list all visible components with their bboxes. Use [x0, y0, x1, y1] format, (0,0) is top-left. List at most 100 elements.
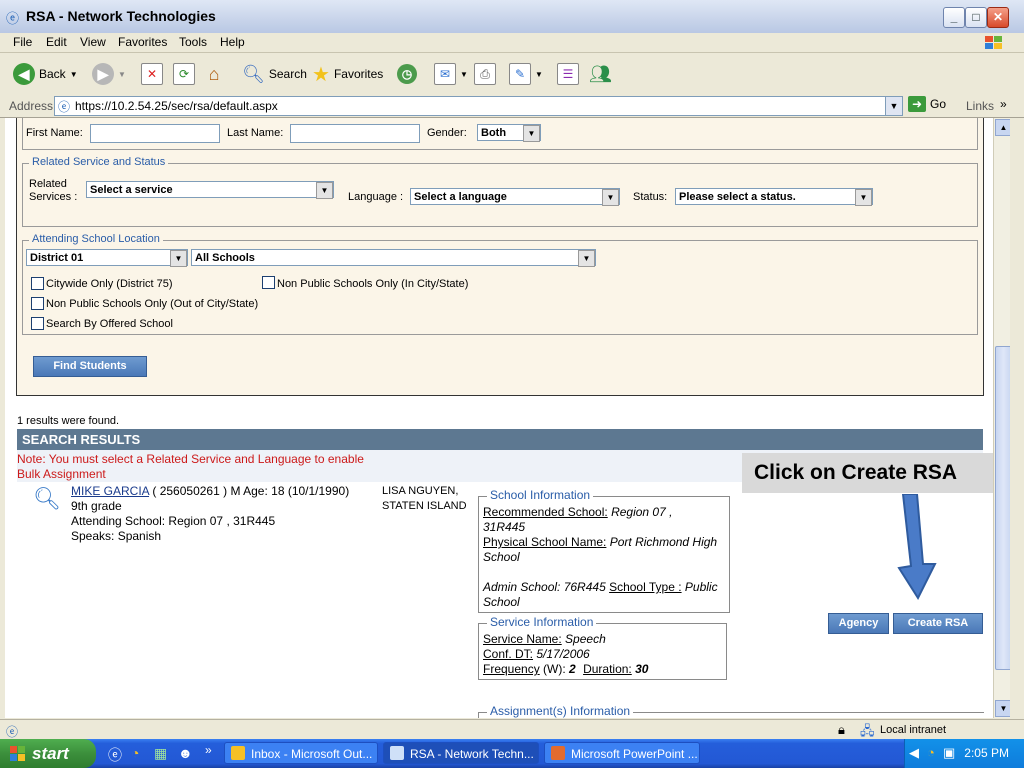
discuss-icon: ☰ [557, 63, 579, 85]
district-select[interactable]: District 01 ▼ [26, 249, 188, 267]
print-button[interactable]: ⎙ [474, 62, 496, 86]
chevron-right-icon[interactable]: » [1000, 97, 1007, 111]
assignment-information-box: Assignment(s) Information [478, 704, 984, 718]
service-name: Service Name: Speech [483, 632, 606, 646]
agency-button[interactable]: Agency [828, 613, 889, 634]
outlook-quicklaunch-icon[interactable]: ◔ [131, 745, 139, 761]
task-inbox[interactable]: Inbox - Microsoft Out... [224, 742, 378, 764]
chevron-down-icon: ▼ [170, 250, 187, 267]
close-button[interactable]: ✕ [987, 7, 1009, 28]
student-name-link[interactable]: MIKE GARCIA [71, 484, 149, 498]
citywide-label: Citywide Only (District 75) [46, 278, 173, 290]
recommended-school-code: 31R445 [483, 520, 526, 534]
tray-outlook-icon[interactable]: ◔ [927, 745, 935, 760]
related-service-legend: Related Service and Status [29, 156, 169, 168]
excel-quicklaunch-icon[interactable]: ▦ [154, 745, 167, 762]
chevron-right-icon[interactable]: » [205, 743, 212, 757]
service-select[interactable]: Select a service ▼ [86, 181, 334, 199]
back-button[interactable]: ◀ Back ▼ [13, 62, 78, 86]
results-count: 1 results were found. [17, 415, 120, 427]
last-name-label: Last Name: [227, 127, 284, 139]
menu-file[interactable]: File [13, 35, 32, 49]
nonpublic-in-checkbox[interactable] [262, 276, 275, 289]
tray-app-icon[interactable]: ▣ [943, 745, 955, 761]
find-students-button[interactable]: Find Students [33, 356, 147, 377]
student-info: MIKE GARCIA ( 256050261 ) M Age: 18 (10/… [71, 484, 371, 499]
history-icon: ◷ [397, 64, 417, 84]
conf-date: Conf. DT: 5/17/2006 [483, 647, 590, 661]
toolbar: ◀ Back ▼ ▶ ▼ ✕ ⟳ ⌂ 🔍︎ Search ★ Favorites… [0, 53, 1024, 96]
citywide-checkbox[interactable] [31, 277, 44, 290]
refresh-icon: ⟳ [173, 63, 195, 85]
messenger-quicklaunch-icon[interactable]: ☻ [178, 745, 193, 761]
vertical-scrollbar[interactable]: ▲ ▼ [993, 118, 1012, 718]
language-label: Language : [348, 191, 404, 203]
start-button[interactable]: start [0, 739, 96, 768]
nonpublic-out-checkbox[interactable] [31, 297, 44, 310]
links-button[interactable]: Links [966, 99, 994, 113]
frequency-duration: Frequency (W): 2 Duration: 30 [483, 662, 649, 676]
maximize-button[interactable]: □ [965, 7, 987, 28]
refresh-button[interactable]: ⟳ [173, 62, 195, 86]
back-arrow-icon: ◀ [13, 63, 35, 85]
task-rsa[interactable]: RSA - Network Techn... [383, 742, 539, 764]
mail-button[interactable]: ✉ ▼ [434, 62, 468, 86]
stop-button[interactable]: ✕ [141, 62, 163, 86]
ie-quicklaunch-icon[interactable]: ⓔ [108, 745, 122, 765]
powerpoint-icon [551, 746, 565, 760]
favorites-button[interactable]: ★ Favorites [312, 62, 383, 86]
magnifier-icon[interactable]: 🔍︎ [33, 486, 61, 512]
windows-logo-icon [985, 36, 1002, 49]
create-rsa-button[interactable]: Create RSA [893, 613, 983, 634]
status-select[interactable]: Please select a status. ▼ [675, 188, 873, 206]
student-speaks: Speaks: Spanish [71, 529, 162, 543]
status-label: Status: [633, 191, 668, 203]
window-border [1010, 118, 1024, 718]
provider-location: STATEN ISLAND [382, 500, 467, 512]
school-type-cont: School [483, 595, 520, 609]
first-name-input[interactable] [90, 124, 220, 143]
task-powerpoint[interactable]: Microsoft PowerPoint ... [544, 742, 700, 764]
go-button[interactable]: ➜ Go [908, 96, 946, 112]
menu-edit[interactable]: Edit [46, 35, 67, 49]
service-information-box: Service Information Service Name: Speech… [478, 615, 727, 680]
address-url: https://10.2.54.25/sec/rsa/default.aspx [75, 99, 278, 113]
forward-button[interactable]: ▶ ▼ [92, 62, 126, 86]
menu-view[interactable]: View [80, 35, 106, 49]
minimize-button[interactable]: _ [943, 7, 965, 28]
chevron-down-icon: ▼ [602, 189, 619, 206]
down-arrow-icon [897, 494, 937, 601]
language-select[interactable]: Select a language ▼ [410, 188, 620, 206]
menu-bar: File Edit View Favorites Tools Help [0, 33, 1024, 53]
address-dropdown[interactable]: ▼ [885, 97, 902, 115]
chevron-down-icon: ▼ [855, 189, 872, 206]
instruction-callout: Click on Create RSA [742, 453, 993, 493]
mail-icon: ✉ [434, 63, 456, 85]
chevron-down-icon: ▼ [535, 69, 543, 79]
search-button[interactable]: 🔍︎ Search [242, 62, 307, 86]
admin-school: Admin School: 76R445 School Type : Publi… [483, 580, 718, 594]
title-bar: ⓔ RSA - Network Technologies _ □ ✕ [0, 0, 1024, 34]
menu-favorites[interactable]: Favorites [118, 35, 167, 49]
history-button[interactable]: ◷ [397, 62, 417, 86]
page-icon: ⓔ [58, 100, 71, 114]
gender-select[interactable]: Both ▼ [477, 124, 541, 142]
student-age: M Age: 18 (10/1/1990) [230, 484, 350, 498]
address-input[interactable]: ⓔ https://10.2.54.25/sec/rsa/default.asp… [54, 96, 903, 116]
home-button[interactable]: ⌂ [204, 62, 224, 86]
discuss-button[interactable]: ☰ [557, 62, 579, 86]
last-name-input[interactable] [290, 124, 420, 143]
home-icon: ⌂ [208, 64, 220, 84]
attending-school-legend: Attending School Location [29, 233, 163, 245]
messenger-button[interactable]: 👥︎ [589, 62, 612, 86]
edit-button[interactable]: ✎ ▼ [509, 62, 543, 86]
schools-select[interactable]: All Schools ▼ [191, 249, 596, 267]
ie-app-icon: ⓔ [6, 11, 20, 26]
page-status-icon: ⓔ [6, 725, 19, 739]
provider-name: LISA NGUYEN, [382, 485, 459, 497]
tray-expand-icon[interactable]: ◀ [909, 745, 919, 761]
menu-help[interactable]: Help [220, 35, 245, 49]
nonpublic-in-label: Non Public Schools Only (In City/State) [277, 278, 469, 290]
menu-tools[interactable]: Tools [179, 35, 207, 49]
offered-school-checkbox[interactable] [31, 317, 44, 330]
